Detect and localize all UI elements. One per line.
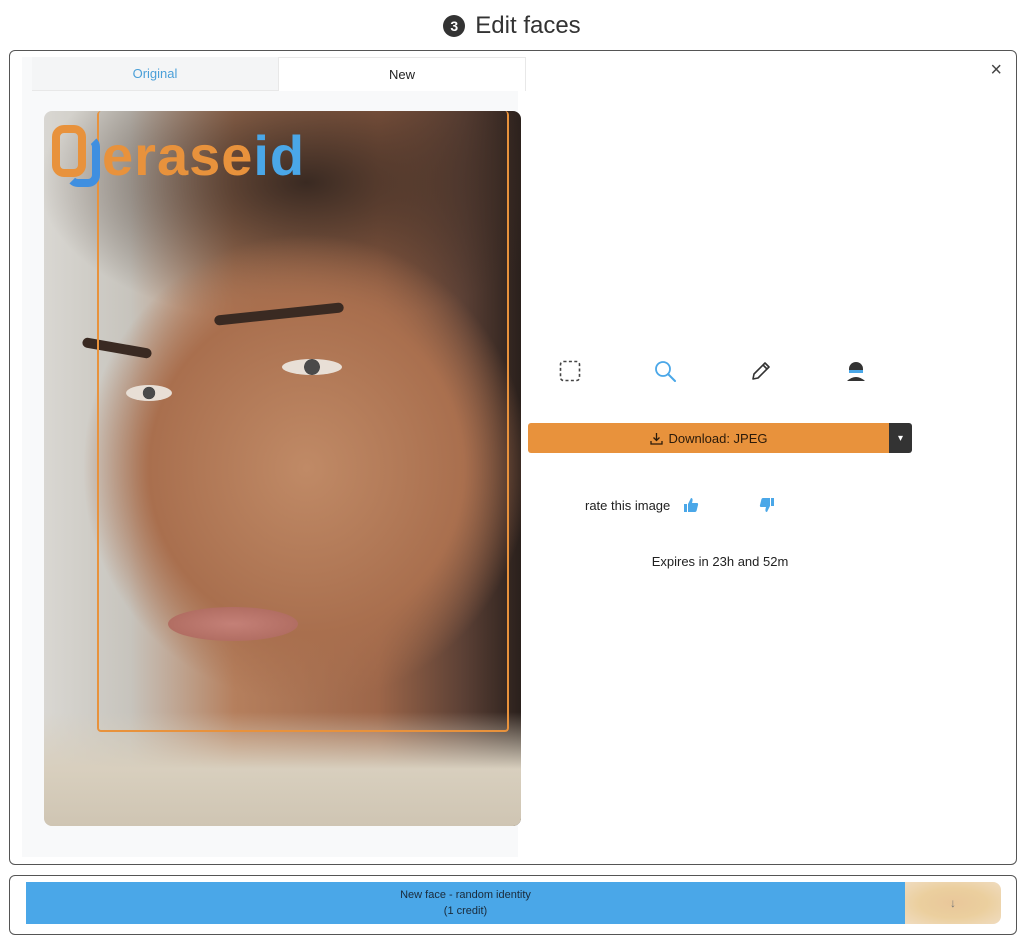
- thumbs-down-icon[interactable]: [759, 496, 775, 514]
- image-tabs: Original New: [32, 57, 526, 91]
- new-face-credit: (1 credit): [443, 905, 488, 917]
- edited-face-image[interactable]: eraseid: [44, 111, 521, 826]
- download-button-group: Download: JPEG ▾: [528, 423, 912, 453]
- download-label: Download: JPEG: [668, 430, 768, 446]
- page-title: Edit faces: [475, 12, 581, 39]
- edit-toolbar: [558, 359, 868, 383]
- expiry-text: Expires in 23h and 52m: [651, 554, 789, 569]
- download-button[interactable]: Download: JPEG: [528, 423, 889, 453]
- action-card: New face - random identity (1 credit) ↓: [9, 875, 1017, 935]
- zoom-icon[interactable]: [653, 359, 677, 383]
- step-header: 3 Edit faces: [0, 12, 1024, 40]
- tab-new[interactable]: New: [278, 57, 526, 91]
- editor-card: × Original New eraseid Download: JPEG ▾ …: [9, 50, 1017, 865]
- controls-pane: Download: JPEG ▾ rate this image Expires…: [528, 57, 1008, 857]
- new-face-label: New face - random identity: [400, 889, 531, 901]
- eraseid-logo: eraseid: [52, 125, 305, 187]
- rating-label: rate this image: [585, 497, 671, 513]
- arrow-down-icon[interactable]: ↓: [905, 882, 1001, 924]
- rating-row: rate this image: [585, 495, 835, 515]
- step-number-badge: 3: [443, 15, 466, 37]
- image-pane: Original New eraseid: [22, 57, 526, 857]
- person-icon[interactable]: [844, 359, 868, 383]
- tab-original[interactable]: Original: [32, 57, 278, 91]
- eraseid-logo-text: eraseid: [102, 124, 306, 187]
- pencil-icon[interactable]: [749, 359, 773, 383]
- face-detection-box[interactable]: [97, 111, 509, 732]
- select-region-icon[interactable]: [558, 359, 582, 383]
- download-format-dropdown[interactable]: ▾: [889, 423, 912, 453]
- download-icon: [649, 432, 663, 445]
- new-face-button[interactable]: New face - random identity (1 credit): [26, 882, 905, 924]
- thumbs-up-icon[interactable]: [683, 496, 699, 514]
- eraseid-logo-mark: [52, 125, 100, 187]
